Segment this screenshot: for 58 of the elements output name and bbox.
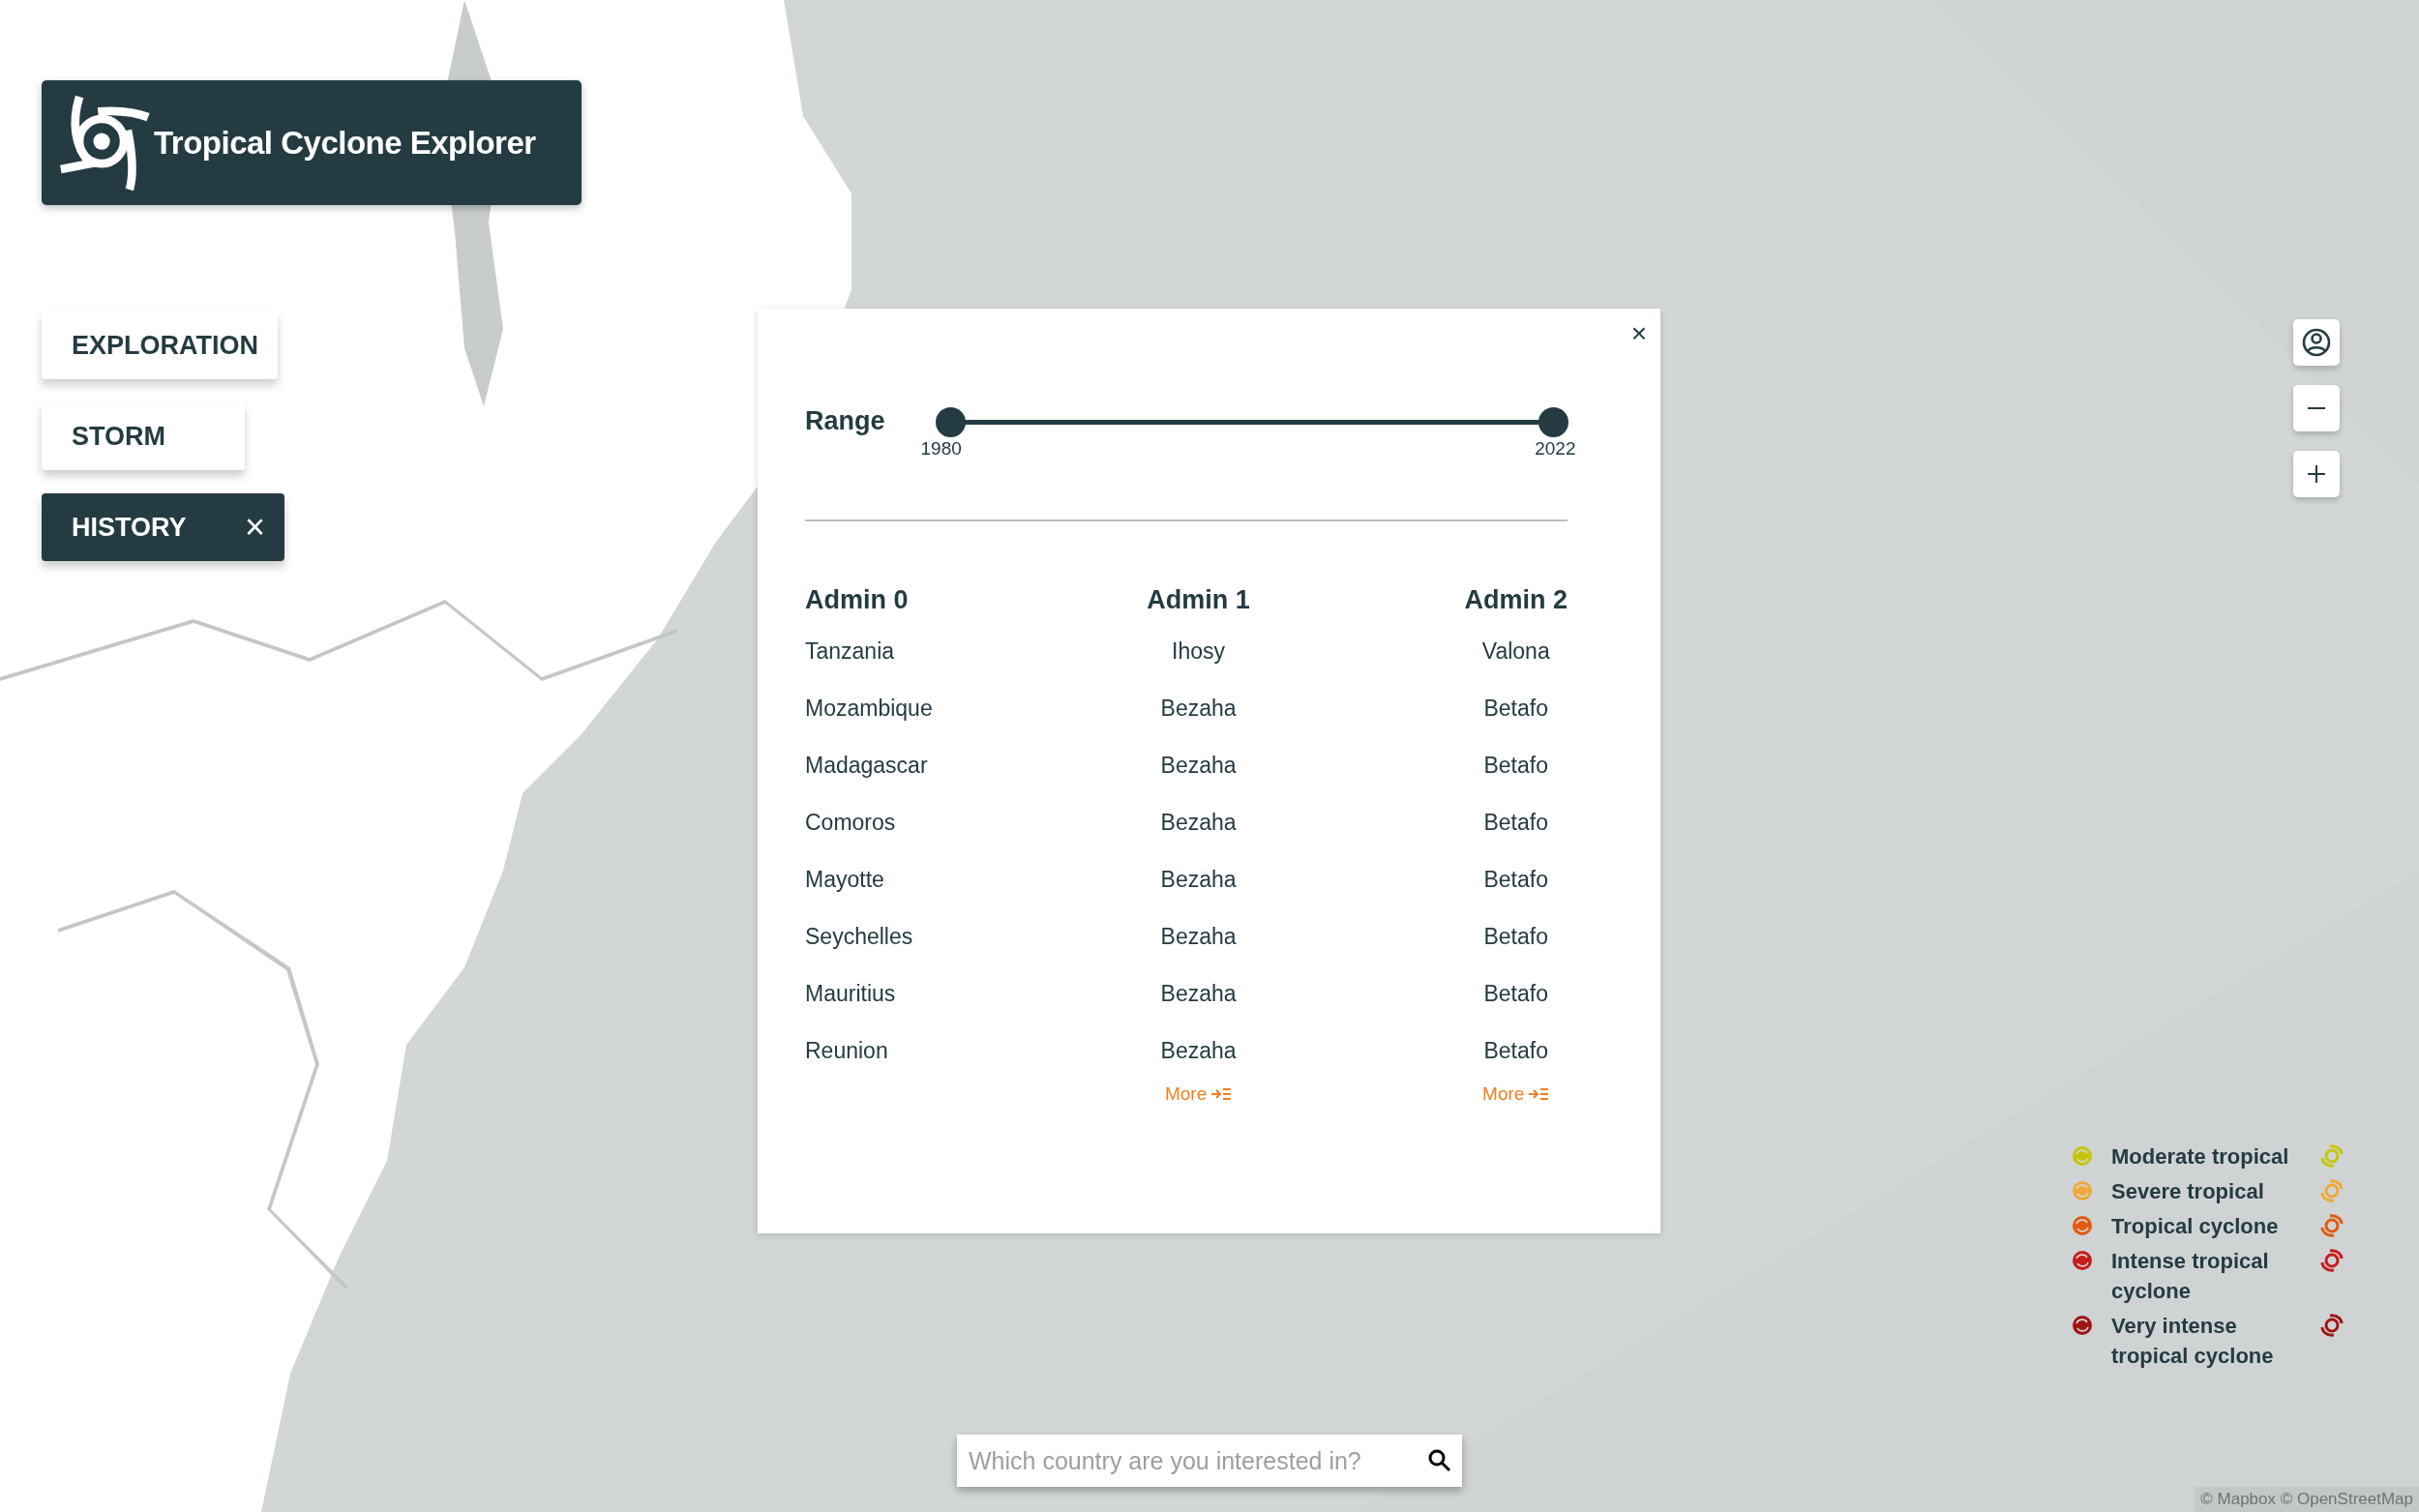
list-item: Valona <box>1481 637 1550 666</box>
list-item: Betafo <box>1483 809 1548 837</box>
account-button[interactable] <box>2293 319 2340 366</box>
list-item: Betafo <box>1483 866 1548 894</box>
list-item: Mozambique <box>805 695 933 723</box>
nav-tab[interactable]: HISTORY × <box>42 493 284 561</box>
list-item: Betafo <box>1483 923 1548 951</box>
list-item: Mayotte <box>805 866 885 894</box>
list-item: Betafo <box>1483 1037 1548 1065</box>
slider-thumb[interactable] <box>935 407 966 437</box>
close-button[interactable]: × <box>1625 318 1653 349</box>
legend-label: Severe tropical <box>2111 1178 2265 1205</box>
minus-icon <box>2308 407 2325 409</box>
list-item: Bezaha <box>1160 980 1237 1008</box>
legend-label: Moderate tropical <box>2111 1143 2290 1171</box>
range-label: Range <box>805 406 885 436</box>
app-title: Tropical Cyclone Explorer <box>154 124 536 162</box>
column-header: Admin 1 <box>1147 585 1250 615</box>
column-header: Admin 2 <box>1464 585 1568 615</box>
list-item: Reunion <box>805 1037 889 1065</box>
year-label: 1980 <box>920 438 962 460</box>
year-label: 2022 <box>1535 438 1576 460</box>
legend-label: Very intense tropical cyclone <box>2111 1313 2275 1370</box>
legend-label: Intense tropical cyclone <box>2111 1248 2270 1305</box>
list-arrow-icon <box>1528 1087 1550 1101</box>
list-item: Betafo <box>1483 980 1548 1008</box>
list-item: Bezaha <box>1160 866 1237 894</box>
close-icon[interactable]: × <box>244 510 265 545</box>
list-item: Bezaha <box>1160 809 1237 837</box>
cyclone-outline-icon <box>2320 1249 2344 1272</box>
search-icon[interactable] <box>1427 1448 1452 1473</box>
list-item: Betafo <box>1483 752 1548 780</box>
search-field[interactable]: Which country are you interested in? <box>957 1435 1462 1487</box>
list-item: Comoros <box>805 809 897 837</box>
list-item: Madagascar <box>805 752 929 780</box>
list-item: Betafo <box>1483 695 1548 723</box>
nav-tab[interactable]: EXPLORATION <box>42 311 278 379</box>
list-item: Bezaha <box>1160 695 1237 723</box>
list-item: Mauritius <box>805 980 897 1008</box>
plus-icon <box>2308 465 2325 483</box>
cyclone-outline-icon <box>2320 1214 2344 1237</box>
slider-thumb[interactable] <box>1538 407 1568 437</box>
column-header: Admin 0 <box>805 585 910 615</box>
cyclone-outline-icon <box>2320 1144 2344 1168</box>
cyclone-outline-icon <box>2320 1314 2344 1337</box>
list-item: Tanzania <box>805 637 896 666</box>
list-item: Bezaha <box>1160 923 1237 951</box>
legend-label: Tropical cyclone <box>2111 1213 2280 1240</box>
map-attribution: © Mapbox © OpenStreetMap <box>2195 1487 2419 1512</box>
zoom-in-button[interactable] <box>2293 451 2340 497</box>
user-icon <box>2302 328 2331 357</box>
list-item: Ihosy <box>1172 637 1226 666</box>
list-item: Seychelles <box>805 923 914 951</box>
list-item: Bezaha <box>1160 1037 1237 1065</box>
list-arrow-icon <box>1210 1087 1233 1101</box>
cyclone-outline-icon <box>2320 1179 2344 1202</box>
list-item: Bezaha <box>1160 752 1237 780</box>
nav-tab[interactable]: STORM <box>42 402 245 470</box>
